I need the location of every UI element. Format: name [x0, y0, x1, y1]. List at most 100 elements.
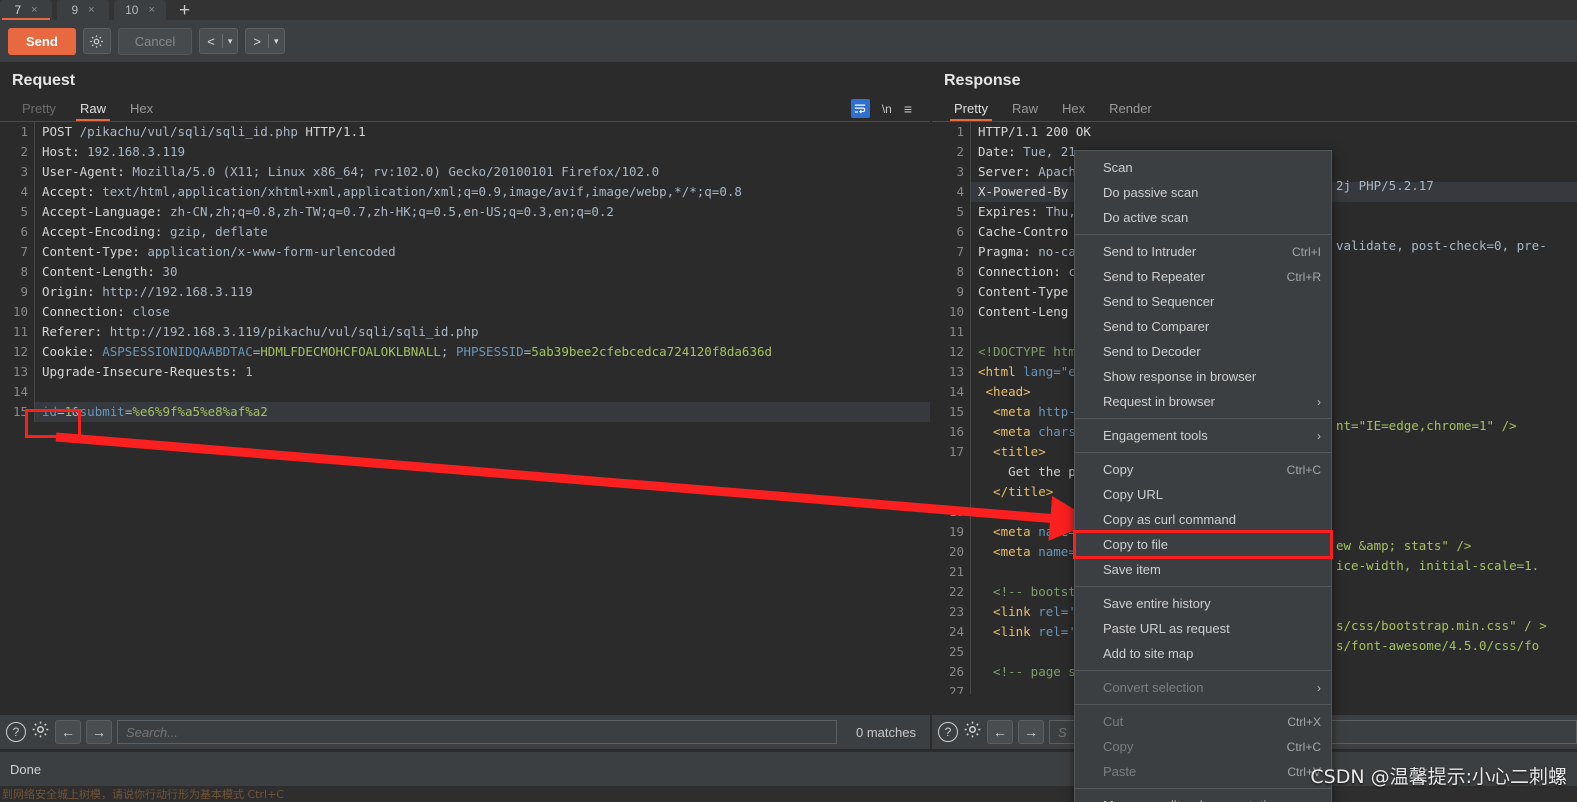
code-line[interactable]: 5 Accept-Language: zh-CN,zh;q=0.8,zh-TW;q… [0, 202, 930, 222]
search-next-button[interactable]: → [1018, 720, 1044, 744]
code-line[interactable]: 13 Upgrade-Insecure-Requests: 1 [0, 362, 930, 382]
response-tab-raw[interactable]: Raw [1000, 98, 1050, 121]
forward-button[interactable]: > [246, 34, 268, 49]
menu-item-copy-url[interactable]: Copy URL [1075, 482, 1331, 507]
add-tab-button[interactable]: + [171, 1, 198, 20]
menu-separator [1075, 234, 1331, 235]
close-icon[interactable]: × [88, 4, 94, 16]
line-number: 18 [948, 504, 964, 519]
code-line[interactable]: 12 Cookie: ASPSESSIONIDQAABDTAC=HDMLFDECM… [0, 342, 930, 362]
menu-item-request-in-browser[interactable]: Request in browser › [1075, 389, 1331, 414]
back-nav-group[interactable]: < ▾ [199, 28, 239, 54]
menu-item-show-response-in-browser[interactable]: Show response in browser [1075, 364, 1331, 389]
gear-icon[interactable] [963, 720, 982, 744]
line-number: 25 [948, 644, 964, 659]
request-editor[interactable]: 1 POST /pikachu/vul/sqli/sqli_id.php HTTP… [0, 122, 930, 694]
back-button[interactable]: < [200, 34, 222, 49]
line-number: 14 [948, 384, 964, 399]
response-text-fragment: validate, post-check=0, pre- [1336, 238, 1547, 253]
word-wrap-icon[interactable] [850, 99, 870, 118]
code-line[interactable]: 6 Accept-Encoding: gzip, deflate [0, 222, 930, 242]
request-search-bar: ? ← → 0 matches [0, 715, 930, 749]
back-dropdown-caret[interactable]: ▾ [223, 36, 238, 47]
line-number: 13 [12, 364, 28, 379]
menu-item-scan[interactable]: Scan [1075, 155, 1331, 180]
menu-item-paste-url-as-request[interactable]: Paste URL as request [1075, 616, 1331, 641]
search-input[interactable] [117, 720, 838, 744]
menu-icon[interactable]: ≡ [904, 101, 912, 117]
menu-item-label: Copy URL [1103, 487, 1163, 502]
repeater-tab-strip: 7 × 9 × 10 × + [0, 0, 1577, 20]
repeater-tab-9[interactable]: 9 × [57, 0, 109, 20]
menu-item-copy: Copy Ctrl+C [1075, 734, 1331, 759]
code-line[interactable]: 10 Connection: close [0, 302, 930, 322]
code-line[interactable]: 1 POST /pikachu/vul/sqli/sqli_id.php HTTP… [0, 122, 930, 142]
forward-nav-group[interactable]: > ▾ [245, 28, 285, 54]
code-line[interactable]: 2 Host: 192.168.3.119 [0, 142, 930, 162]
code-line[interactable]: 11 Referer: http://192.168.3.119/pikachu/… [0, 322, 930, 342]
menu-item-do-active-scan[interactable]: Do active scan [1075, 205, 1331, 230]
menu-item-copy[interactable]: Copy Ctrl+C [1075, 457, 1331, 482]
menu-item-send-to-repeater[interactable]: Send to Repeater Ctrl+R [1075, 264, 1331, 289]
forward-dropdown-caret[interactable]: ▾ [269, 36, 284, 47]
line-content: HTTP/1.1 200 OK [970, 122, 1577, 142]
line-content: Accept: text/html,application/xhtml+xml,… [34, 182, 930, 202]
search-prev-button[interactable]: ← [55, 720, 81, 744]
search-next-button[interactable]: → [86, 720, 112, 744]
close-icon[interactable]: × [31, 4, 37, 16]
line-number: 16 [948, 424, 964, 439]
code-line[interactable]: 4 Accept: text/html,application/xhtml+xml… [0, 182, 930, 202]
code-line[interactable]: 15 id=1&submit=%e6%9f%a5%e8%af%a2 [0, 402, 930, 422]
line-number: 10 [12, 304, 28, 319]
context-menu[interactable]: Scan Do passive scan Do active scan Send to… [1073, 150, 1333, 802]
menu-separator [1075, 704, 1331, 705]
menu-item-do-passive-scan[interactable]: Do passive scan [1075, 180, 1331, 205]
send-button[interactable]: Send [8, 27, 76, 55]
status-text: Done [10, 761, 42, 777]
menu-item-label: Send to Repeater [1103, 269, 1205, 284]
request-tab-raw[interactable]: Raw [68, 98, 118, 121]
newline-icon[interactable]: \n [882, 102, 892, 116]
request-tab-hex[interactable]: Hex [118, 98, 165, 121]
code-line[interactable]: 1 HTTP/1.1 200 OK [932, 122, 1577, 142]
cancel-button[interactable]: Cancel [117, 27, 193, 55]
menu-item-label: Save item [1103, 562, 1161, 577]
response-tab-render[interactable]: Render [1097, 98, 1164, 121]
menu-item-send-to-intruder[interactable]: Send to Intruder Ctrl+I [1075, 239, 1331, 264]
close-icon[interactable]: × [148, 4, 154, 16]
menu-item-send-to-sequencer[interactable]: Send to Sequencer [1075, 289, 1331, 314]
request-tab-pretty[interactable]: Pretty [10, 98, 68, 121]
menu-item-send-to-decoder[interactable]: Send to Decoder [1075, 339, 1331, 364]
menu-item-label: Show response in browser [1103, 369, 1257, 384]
menu-item-send-to-comparer[interactable]: Send to Comparer [1075, 314, 1331, 339]
menu-item-save-item[interactable]: Save item [1075, 557, 1331, 582]
menu-item-message-editor-documentation[interactable]: Message editor documentation [1075, 793, 1331, 802]
menu-item-copy-as-curl-command[interactable]: Copy as curl command [1075, 507, 1331, 532]
menu-item-copy-to-file[interactable]: Copy to file [1073, 530, 1333, 559]
menu-item-add-to-site-map[interactable]: Add to site map [1075, 641, 1331, 666]
menu-item-label: Do active scan [1103, 210, 1189, 225]
response-tab-hex[interactable]: Hex [1050, 98, 1097, 121]
menu-item-save-entire-history[interactable]: Save entire history [1075, 591, 1331, 616]
menu-item-label: Do passive scan [1103, 185, 1199, 200]
line-number: 3 [20, 164, 28, 179]
chevron-right-icon: › [1317, 394, 1321, 409]
gear-icon[interactable] [31, 720, 50, 744]
menu-separator [1075, 670, 1331, 671]
help-icon[interactable]: ? [938, 722, 958, 742]
code-line[interactable]: 9 Origin: http://192.168.3.119 [0, 282, 930, 302]
code-line[interactable]: 14 [0, 382, 930, 402]
search-prev-button[interactable]: ← [987, 720, 1013, 744]
code-line[interactable]: 3 User-Agent: Mozilla/5.0 (X11; Linux x86… [0, 162, 930, 182]
repeater-tab-7[interactable]: 7 × [0, 0, 52, 20]
code-line[interactable]: 7 Content-Type: application/x-www-form-ur… [0, 242, 930, 262]
response-text-fragment: ice-width, initial-scale=1. [1336, 558, 1540, 573]
gear-icon[interactable] [82, 28, 111, 54]
repeater-tab-10[interactable]: 10 × [114, 0, 166, 20]
repeater-toolbar: Send Cancel < ▾ > ▾ [0, 20, 1577, 62]
help-icon[interactable]: ? [6, 722, 26, 742]
response-tab-pretty[interactable]: Pretty [942, 98, 1000, 121]
menu-item-engagement-tools[interactable]: Engagement tools › [1075, 423, 1331, 448]
line-content: Upgrade-Insecure-Requests: 1 [34, 362, 930, 382]
code-line[interactable]: 8 Content-Length: 30 [0, 262, 930, 282]
